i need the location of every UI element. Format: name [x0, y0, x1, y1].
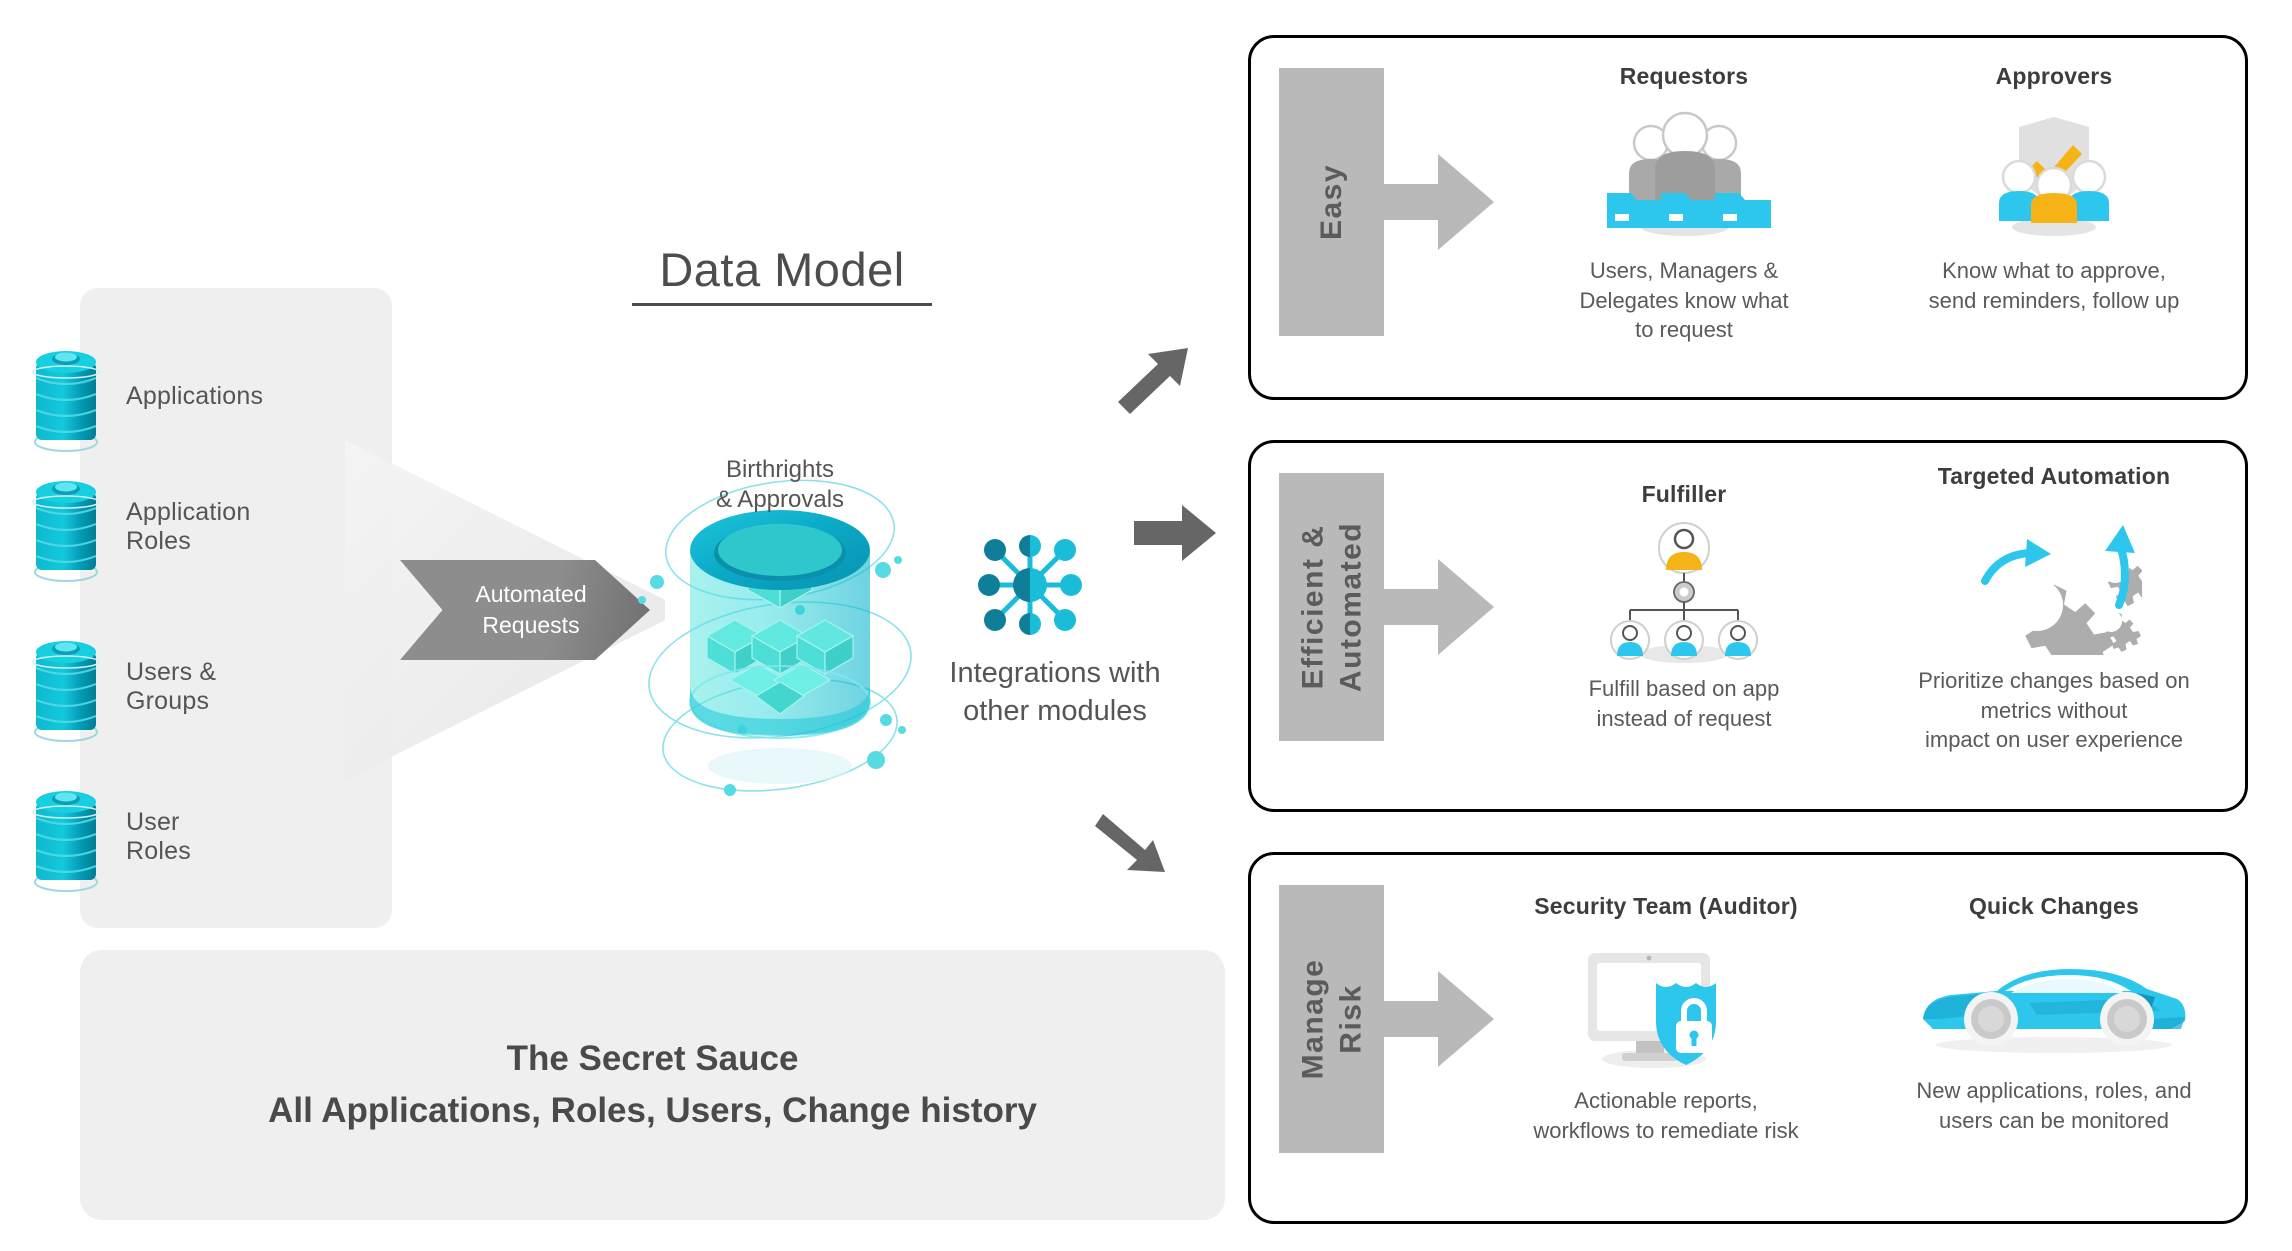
- secret-sauce-heading: The Secret Sauce: [506, 1039, 799, 1078]
- column-description: Actionable reports, workflows to remedia…: [1533, 1088, 1799, 1143]
- list-item[interactable]: Application Roles: [28, 468, 251, 586]
- card-easy: Easy Requestors Users, Managers & Delega…: [1248, 35, 2248, 400]
- gears-icon: [1889, 506, 2219, 656]
- column-title: Security Team (Auditor): [1534, 893, 1798, 919]
- automated-requests-banner: Automated Requests: [400, 560, 650, 660]
- list-item[interactable]: Users & Groups: [28, 628, 216, 746]
- block-right-arrow-icon: [1376, 959, 1496, 1084]
- column-description: Fulfill based on app instead of request: [1588, 676, 1780, 731]
- card-manage-risk: Manage Risk Security Team (Auditor) Acti…: [1248, 852, 2248, 1224]
- list-item-label: Users & Groups: [126, 657, 217, 716]
- card-efficient-automated: Efficient & Automated Fulfiller Fulfill …: [1248, 440, 2248, 812]
- band-easy-label: Easy: [1314, 163, 1348, 241]
- people-with-folders-icon: [1519, 106, 1849, 246]
- list-item-label: User Roles: [126, 807, 191, 866]
- list-item-label: Application Roles: [126, 497, 251, 556]
- integrations-label: Integrations with other modules: [949, 657, 1161, 727]
- band-efficient-automated-label: Efficient & Automated: [1296, 521, 1367, 693]
- database-stack-icon: [28, 628, 104, 746]
- database-stack-icon: [28, 338, 104, 456]
- column-title: Approvers: [1995, 63, 2113, 89]
- arrow-right-icon: [1130, 495, 1220, 580]
- org-chart-people-icon: [1519, 521, 1849, 664]
- list-item[interactable]: User Roles: [28, 778, 191, 896]
- column-title: Requestors: [1619, 63, 1749, 89]
- band-manage-risk: Manage Risk: [1279, 885, 1384, 1153]
- column-title: Fulfiller: [1641, 481, 1727, 507]
- page-title: Data Model: [632, 242, 932, 306]
- page-title-text: Data Model: [632, 242, 932, 306]
- orbit-label: Birthrights & Approvals: [715, 456, 845, 513]
- column-description: New applications, roles, and users can b…: [1916, 1078, 2192, 1133]
- column-description: Users, Managers & Delegates know what to…: [1579, 258, 1789, 343]
- column-security-team: Security Team (Auditor) Actionable repor…: [1501, 893, 1831, 1145]
- list-item-label: Applications: [126, 382, 264, 411]
- band-easy: Easy: [1279, 68, 1384, 336]
- automated-requests-line2: Requests: [482, 612, 580, 638]
- column-fulfiller: Fulfiller Fulfill based on app instead o…: [1519, 481, 1849, 733]
- secret-sauce-panel: The Secret Sauce All Applications, Roles…: [80, 950, 1225, 1220]
- secret-sauce-subheading: All Applications, Roles, Users, Change h…: [268, 1091, 1037, 1130]
- automated-requests-line1: Automated: [475, 580, 587, 607]
- network-hub-icon: [975, 530, 1085, 640]
- arrow-up-right-icon: [1110, 340, 1200, 425]
- column-description: Know what to approve, send reminders, fo…: [1928, 258, 2180, 313]
- database-stack-icon: [28, 778, 104, 896]
- column-title: Targeted Automation: [1937, 463, 2171, 489]
- block-right-arrow-icon: [1376, 142, 1496, 267]
- column-approvers: Approvers Know what to approve, send rem…: [1889, 63, 2219, 315]
- column-quick-changes: Quick Changes New applications, roles, a…: [1889, 893, 2219, 1135]
- column-targeted-automation: Targeted Automation Prioritize changes b…: [1889, 463, 2219, 755]
- sports-car-icon: [1889, 936, 2219, 1066]
- monitor-shield-lock-icon: [1501, 936, 1831, 1076]
- column-title: Quick Changes: [1968, 893, 2140, 919]
- band-efficient-automated: Efficient & Automated: [1279, 473, 1384, 741]
- band-manage-risk-label: Manage Risk: [1296, 958, 1367, 1080]
- list-item[interactable]: Applications: [28, 338, 263, 456]
- shield-check-people-icon: [1889, 106, 2219, 246]
- column-requestors: Requestors Users, Managers & Delegates k…: [1519, 63, 1849, 345]
- block-right-arrow-icon: [1376, 547, 1496, 672]
- database-stack-icon: [28, 468, 104, 586]
- arrow-down-right-icon: [1095, 800, 1185, 885]
- column-description: Prioritize changes based on metrics with…: [1918, 668, 2190, 753]
